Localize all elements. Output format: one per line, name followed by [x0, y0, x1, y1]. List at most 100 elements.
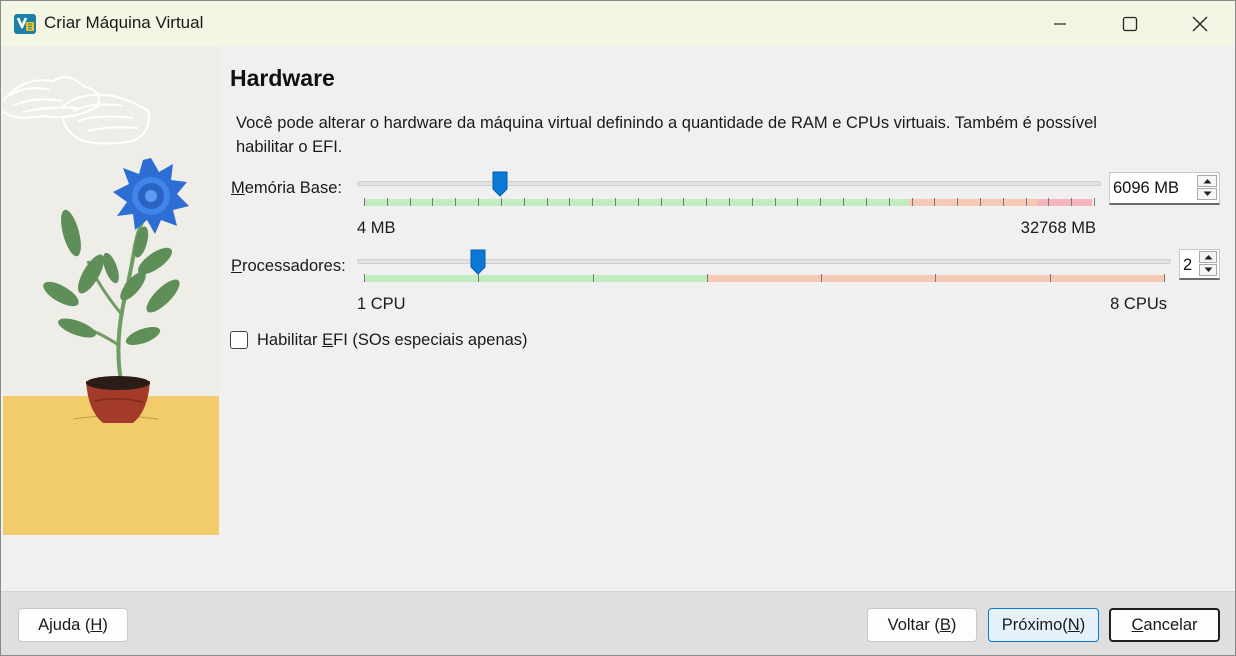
processors-recommended-range [364, 275, 707, 282]
next-button[interactable]: Próximo(N) [988, 608, 1099, 642]
back-label-accel: B [939, 615, 951, 634]
efi-label-rest: FI (SOs especiais apenas) [333, 331, 528, 349]
efi-checkbox[interactable] [230, 331, 248, 349]
memory-min-label: 4 MB [357, 219, 396, 237]
wizard-illustration [3, 46, 219, 535]
mem-slider-tick [889, 198, 890, 206]
mem-slider-tick [387, 198, 388, 206]
cpu-slider-tick [593, 274, 594, 282]
mem-slider-tick [524, 198, 525, 206]
close-button[interactable] [1165, 1, 1235, 46]
back-label-pre: Voltar ( [887, 615, 940, 634]
minimize-button[interactable] [1025, 1, 1095, 46]
title-bar: Criar Máquina Virtual [1, 1, 1235, 46]
processors-decrease-button[interactable] [1199, 264, 1217, 276]
back-button[interactable]: Voltar (B) [867, 608, 977, 642]
mem-slider-tick [478, 198, 479, 206]
efi-label-pre: Habilitar [257, 331, 323, 349]
mem-slider-tick [797, 198, 798, 206]
next-label-accel: N [1067, 615, 1080, 634]
mem-slider-tick [638, 198, 639, 206]
cpu-slider-tick [364, 274, 365, 282]
cancel-label-rest: ancelar [1143, 615, 1198, 634]
help-label-pre: Ajuda ( [38, 615, 91, 634]
memory-value[interactable]: 6096 MB [1113, 179, 1179, 198]
memory-increase-button[interactable] [1197, 175, 1217, 187]
page-title: Hardware [230, 65, 335, 91]
processors-slider-thumb[interactable] [470, 249, 486, 275]
chevron-down-icon [1203, 191, 1211, 196]
chevron-down-icon [1204, 267, 1212, 272]
cpu-slider-tick [1164, 274, 1165, 282]
mem-slider-tick [501, 198, 502, 206]
mem-slider-tick [843, 198, 844, 206]
processors-increase-button[interactable] [1199, 251, 1217, 263]
memory-label: Memória Base: [231, 179, 342, 198]
back-label-post: ) [950, 615, 957, 634]
mem-slider-tick [661, 198, 662, 206]
processors-slider[interactable] [357, 249, 1171, 289]
memory-warning-range [909, 199, 1037, 206]
efi-label[interactable]: Habilitar EFI (SOs especiais apenas) [257, 331, 528, 350]
flower-pot-illustration [3, 46, 219, 535]
mem-slider-tick [866, 198, 867, 206]
close-icon [1192, 16, 1208, 31]
memory-slider[interactable] [357, 171, 1101, 211]
processors-max-label: 8 CPUs [1110, 295, 1167, 313]
memory-slider-track [357, 181, 1101, 186]
cancel-button[interactable]: Cancelar [1109, 608, 1220, 642]
mem-slider-tick [912, 198, 913, 206]
mem-slider-tick [364, 198, 365, 206]
help-label-accel: H [90, 615, 103, 634]
chevron-up-icon [1204, 255, 1212, 260]
processors-min-label: 1 CPU [357, 295, 406, 313]
processors-label: Processadores: [231, 257, 346, 276]
memory-label-accel: M [231, 179, 245, 197]
mem-slider-tick [1003, 198, 1004, 206]
mem-slider-tick [980, 198, 981, 206]
mem-slider-tick [432, 198, 433, 206]
processors-label-rest: rocessadores: [242, 257, 346, 275]
processors-spinbox[interactable]: 2 [1179, 249, 1220, 280]
memory-recommended-range [364, 199, 909, 206]
mem-slider-tick [934, 198, 935, 206]
mem-slider-tick [706, 198, 707, 206]
mem-slider-tick [547, 198, 548, 206]
memory-spinbox[interactable]: 6096 MB [1109, 172, 1220, 205]
mem-slider-tick [1071, 198, 1072, 206]
memory-label-rest: emória Base: [244, 179, 342, 197]
mem-slider-tick [820, 198, 821, 206]
help-button[interactable]: Ajuda (H) [18, 608, 128, 642]
cpu-slider-tick [935, 274, 936, 282]
mem-slider-tick [729, 198, 730, 206]
mem-slider-tick [752, 198, 753, 206]
mem-slider-tick [592, 198, 593, 206]
processors-label-accel: P [231, 257, 243, 275]
help-label-post: ) [102, 615, 108, 634]
cpu-slider-tick [478, 274, 479, 282]
memory-slider-thumb[interactable] [492, 171, 508, 197]
maximize-button[interactable] [1095, 1, 1165, 46]
minimize-icon [1054, 22, 1066, 25]
page-description: Você pode alterar o hardware da máquina … [236, 114, 1097, 156]
mem-slider-tick [615, 198, 616, 206]
memory-danger-range [1037, 199, 1092, 206]
mem-slider-tick [569, 198, 570, 206]
memory-decrease-button[interactable] [1197, 188, 1217, 200]
maximize-icon [1122, 16, 1138, 31]
next-label-post: ) [1079, 615, 1086, 634]
window-title: Criar Máquina Virtual [44, 13, 204, 32]
virtualbox-icon [14, 14, 36, 34]
memory-max-label: 32768 MB [1020, 219, 1096, 237]
mem-slider-tick [1094, 198, 1095, 206]
chevron-up-icon [1203, 179, 1211, 184]
next-label-pre: Próximo( [1001, 615, 1068, 634]
mem-slider-tick [775, 198, 776, 206]
processors-value[interactable]: 2 [1183, 256, 1192, 275]
mem-slider-tick [410, 198, 411, 206]
cpu-slider-tick [707, 274, 708, 282]
create-vm-dialog: Criar Máquina Virtual Hardware Você pode… [0, 0, 1236, 656]
cancel-label-accel: C [1131, 615, 1144, 634]
mem-slider-tick [1026, 198, 1027, 206]
mem-slider-tick [455, 198, 456, 206]
